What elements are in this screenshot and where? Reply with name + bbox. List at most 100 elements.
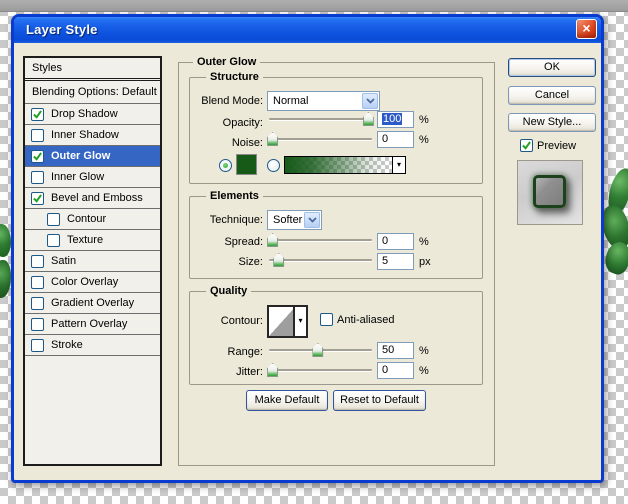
background-artwork-left (0, 260, 11, 298)
gradient-picker[interactable]: ▾ (284, 156, 406, 174)
size-input[interactable]: 5 (377, 253, 414, 270)
slider-thumb[interactable] (273, 253, 284, 267)
new-style-button[interactable]: New Style... (508, 113, 596, 132)
style-checkbox[interactable] (31, 255, 44, 268)
make-default-button[interactable]: Make Default (246, 390, 328, 411)
elements-group: Elements Technique: Softer Spread: 0 % S… (189, 196, 483, 279)
styles-list-item[interactable]: Drop Shadow (25, 104, 160, 125)
styles-list-item[interactable]: Inner Glow (25, 167, 160, 188)
slider-thumb[interactable] (267, 132, 278, 146)
noise-label: Noise: (190, 137, 263, 149)
slider-thumb[interactable] (363, 112, 374, 126)
gradient-radio[interactable] (267, 159, 280, 172)
opacity-input[interactable]: 100 (377, 111, 414, 128)
style-item-label: Texture (67, 234, 103, 246)
close-icon[interactable]: × (576, 19, 597, 39)
style-item-label: Satin (51, 255, 76, 267)
style-checkbox[interactable] (47, 213, 60, 226)
antialiased-checkbox[interactable] (320, 313, 333, 326)
technique-select[interactable]: Softer (267, 210, 322, 230)
cancel-button[interactable]: Cancel (508, 86, 596, 105)
chevron-down-icon[interactable] (304, 212, 320, 228)
slider-thumb[interactable] (267, 363, 278, 377)
slider-thumb[interactable] (312, 343, 323, 357)
range-label: Range: (190, 346, 263, 358)
styles-list: Styles Blending Options: DefaultDrop Shad… (23, 56, 162, 466)
styles-list-item[interactable]: Color Overlay (25, 272, 160, 293)
quality-group: Quality Contour: ▾ Anti-aliased Range: 5… (189, 291, 483, 385)
styles-list-item[interactable]: Contour (25, 209, 160, 230)
style-checkbox[interactable] (31, 108, 44, 121)
technique-label: Technique: (190, 214, 263, 226)
size-label: Size: (190, 256, 263, 268)
style-preview-thumbnail (533, 175, 566, 208)
style-item-label: Stroke (51, 339, 83, 351)
range-slider[interactable] (269, 343, 372, 358)
styles-list-item[interactable]: Gradient Overlay (25, 293, 160, 314)
dropdown-arrow-icon[interactable]: ▾ (392, 157, 405, 173)
reset-to-default-button[interactable]: Reset to Default (333, 390, 426, 411)
slider-track[interactable] (269, 259, 372, 261)
outer-glow-panel: Outer Glow Structure Blend Mode: Normal … (178, 62, 495, 466)
style-checkbox[interactable] (31, 171, 44, 184)
slider-track[interactable] (269, 118, 372, 120)
slider-track[interactable] (269, 138, 372, 140)
jitter-slider[interactable] (269, 363, 372, 378)
style-checkbox[interactable] (47, 234, 60, 247)
styles-list-item[interactable]: Texture (25, 230, 160, 251)
technique-value: Softer (273, 214, 302, 226)
spread-slider[interactable] (269, 233, 372, 248)
slider-track[interactable] (269, 369, 372, 371)
styles-list-item[interactable]: Inner Shadow (25, 125, 160, 146)
glow-color-swatch[interactable] (236, 154, 257, 175)
opacity-slider[interactable] (269, 112, 372, 127)
style-checkbox[interactable] (31, 192, 44, 205)
style-item-label: Styles (32, 62, 62, 74)
style-checkbox[interactable] (31, 150, 44, 163)
panel-title: Outer Glow (193, 56, 260, 68)
style-checkbox[interactable] (31, 318, 44, 331)
opacity-label: Opacity: (190, 117, 263, 129)
preview-label: Preview (537, 140, 576, 152)
style-checkbox[interactable] (31, 276, 44, 289)
range-unit: % (419, 345, 429, 357)
contour-picker[interactable]: ▾ (267, 305, 308, 338)
preview-checkbox[interactable] (520, 139, 533, 152)
blend-mode-select[interactable]: Normal (267, 91, 380, 111)
photoshop-canvas-background: Layer Style × Styles Blending Options: De… (0, 0, 628, 504)
jitter-input[interactable]: 0 (377, 362, 414, 379)
preview-option: Preview (520, 139, 576, 152)
chevron-down-icon[interactable] (362, 93, 378, 109)
color-radio[interactable] (219, 159, 232, 172)
quality-group-title: Quality (206, 285, 251, 297)
dropdown-arrow-icon[interactable]: ▾ (293, 307, 306, 336)
contour-label: Contour: (190, 315, 263, 327)
slider-thumb[interactable] (267, 233, 278, 247)
styles-list-item[interactable]: Blending Options: Default (25, 81, 160, 104)
style-checkbox[interactable] (31, 129, 44, 142)
slider-track[interactable] (269, 239, 372, 241)
style-item-label: Contour (67, 213, 106, 225)
noise-unit: % (419, 134, 429, 146)
spread-input[interactable]: 0 (377, 233, 414, 250)
ok-button[interactable]: OK (508, 58, 596, 77)
styles-list-item[interactable]: Satin (25, 251, 160, 272)
range-input[interactable]: 50 (377, 342, 414, 359)
style-checkbox[interactable] (31, 297, 44, 310)
styles-list-item[interactable]: Stroke (25, 335, 160, 356)
contour-thumbnail[interactable] (269, 307, 295, 336)
gradient-preview[interactable] (285, 157, 393, 173)
styles-list-item[interactable]: Bevel and Emboss (25, 188, 160, 209)
size-slider[interactable] (269, 253, 372, 268)
elements-group-title: Elements (206, 190, 263, 202)
dialog-titlebar[interactable]: Layer Style × (14, 17, 601, 43)
style-item-label: Bevel and Emboss (51, 192, 143, 204)
styles-list-item[interactable]: Outer Glow (25, 146, 160, 167)
background-artwork-left (0, 224, 11, 257)
style-checkbox[interactable] (31, 339, 44, 352)
structure-group-title: Structure (206, 71, 263, 83)
noise-input[interactable]: 0 (377, 131, 414, 148)
styles-list-item[interactable]: Pattern Overlay (25, 314, 160, 335)
noise-slider[interactable] (269, 132, 372, 147)
background-artwork-right (601, 239, 628, 277)
